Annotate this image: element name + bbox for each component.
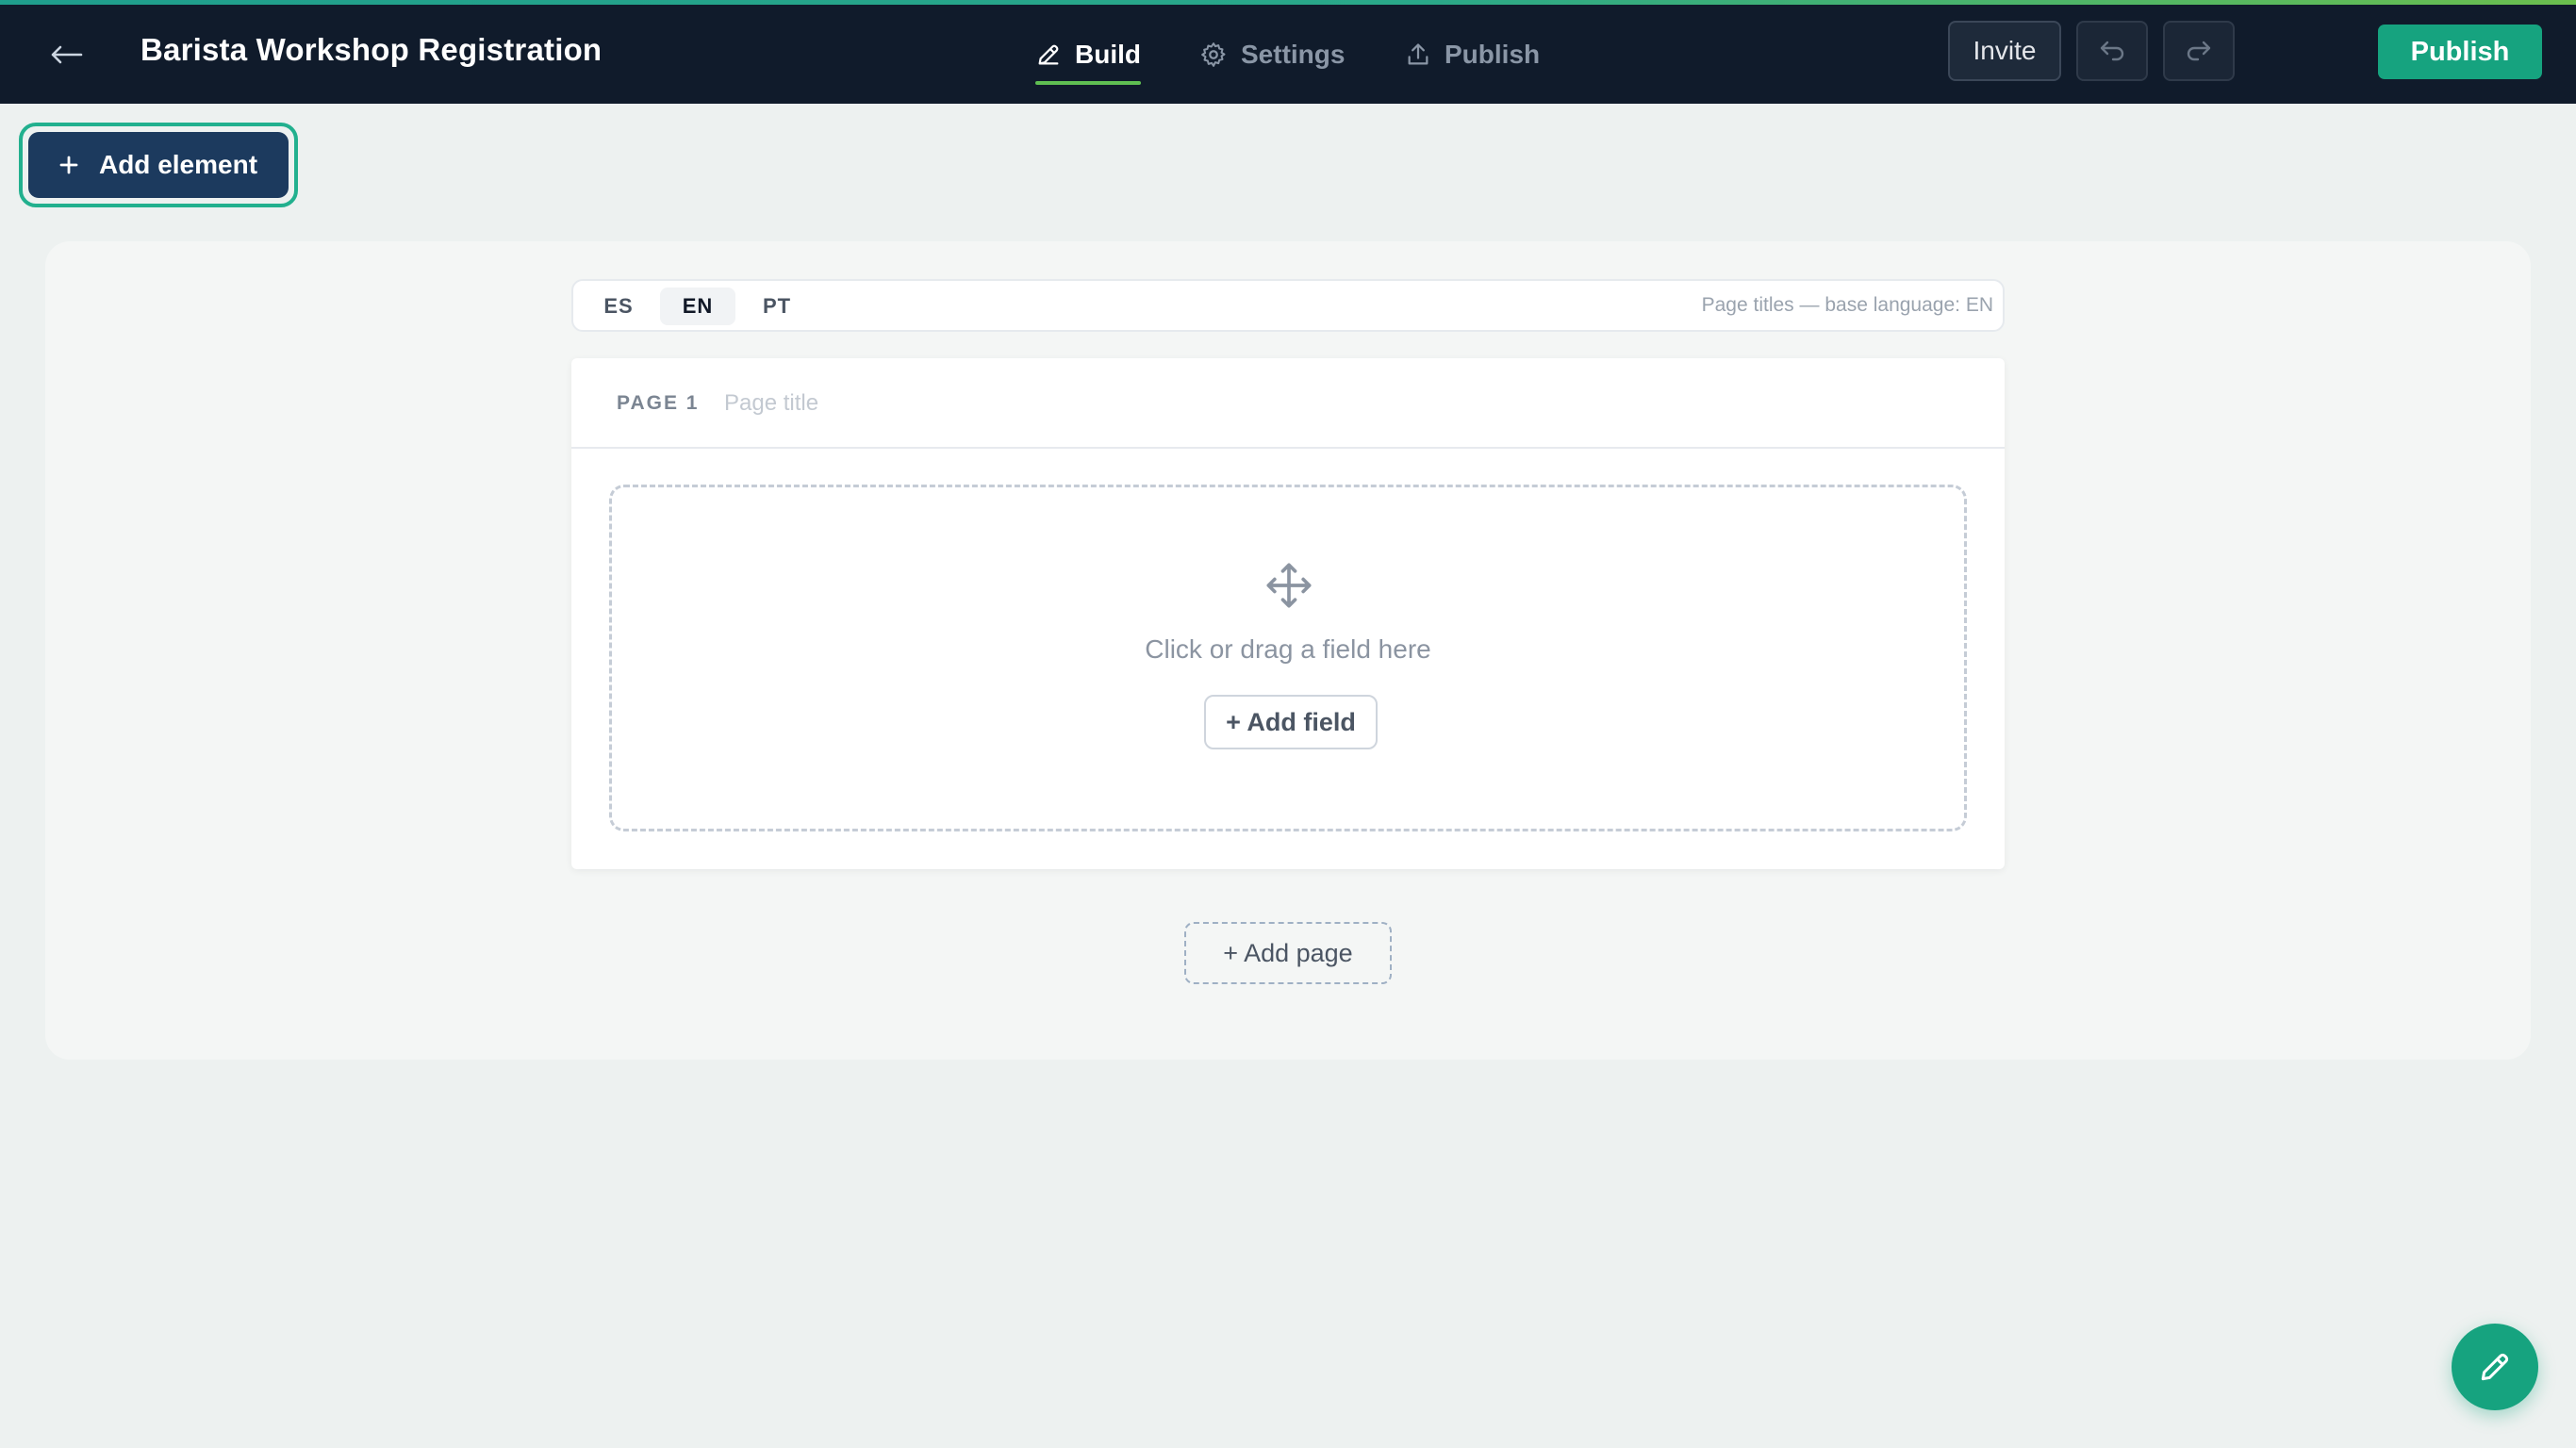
invite-button[interactable]: Invite — [1948, 21, 2061, 81]
gear-icon — [1201, 42, 1226, 67]
add-element-label: Add element — [98, 150, 258, 179]
language-tab-es[interactable]: ES — [581, 288, 656, 325]
pencil-icon — [1038, 44, 1059, 65]
page-number-label: PAGE 1 — [617, 392, 700, 414]
pencil-icon — [2481, 1353, 2509, 1381]
undo-button[interactable] — [2076, 21, 2148, 81]
page-header: PAGE 1 — [571, 358, 2005, 449]
arrow-left-icon — [51, 45, 83, 64]
form-title: Barista Workshop Registration — [140, 32, 603, 67]
tab-publish[interactable]: Publish — [1405, 28, 1540, 81]
add-element-focus-ring: Add element — [19, 123, 298, 207]
base-language-note: Page titles — base language: EN — [1701, 294, 1993, 316]
plus-icon — [59, 156, 78, 174]
upload-icon — [1408, 43, 1428, 65]
language-tab-pt[interactable]: PT — [739, 288, 815, 325]
page-card: PAGE 1 Click or drag a field here + Add … — [571, 358, 2005, 869]
add-element-button[interactable]: Add element — [28, 132, 289, 198]
redo-button[interactable] — [2163, 21, 2235, 81]
tab-build-label: Build — [1075, 40, 1141, 69]
tab-settings-label: Settings — [1241, 40, 1346, 69]
page-title-input[interactable] — [724, 381, 1290, 426]
tab-publish-label: Publish — [1445, 40, 1541, 69]
language-tab-en[interactable]: EN — [660, 288, 735, 325]
undo-icon — [2100, 41, 2124, 61]
field-dropzone[interactable]: Click or drag a field here + Add field — [609, 485, 1967, 831]
dropzone-hint: Click or drag a field here — [1145, 634, 1431, 664]
tab-build[interactable]: Build — [1035, 28, 1141, 85]
redo-icon — [2187, 41, 2211, 61]
add-field-button[interactable]: + Add field — [1204, 695, 1378, 749]
top-bar: Barista Workshop Registration Build Sett… — [0, 0, 2576, 104]
language-bar: ES EN PT Page titles — base language: EN — [571, 279, 2005, 332]
move-icon — [1266, 563, 1312, 608]
publish-button[interactable]: Publish — [2378, 25, 2542, 79]
back-button[interactable] — [45, 34, 87, 75]
edit-fab-button[interactable] — [2452, 1324, 2538, 1410]
tab-settings[interactable]: Settings — [1199, 28, 1345, 81]
top-accent-stripe — [0, 0, 2576, 5]
add-page-button[interactable]: + Add page — [1184, 922, 1392, 984]
